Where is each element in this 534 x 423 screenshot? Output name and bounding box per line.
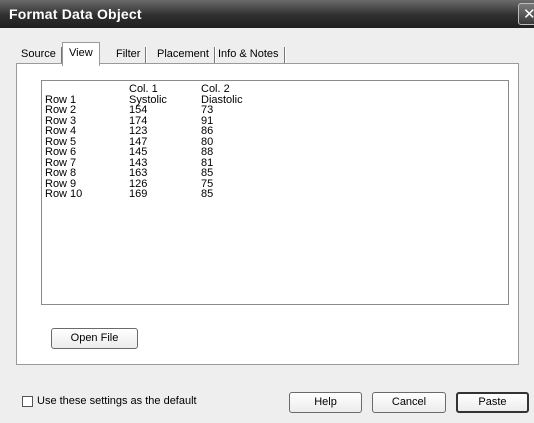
- help-button[interactable]: Help: [289, 392, 362, 413]
- tab-info-notes[interactable]: Info & Notes: [213, 45, 285, 64]
- tab-source[interactable]: Source: [16, 45, 62, 64]
- close-button[interactable]: ✕: [518, 3, 534, 25]
- row-label: Row 6: [45, 146, 77, 158]
- table-cell: 86: [201, 125, 214, 137]
- table-row: Row 8 163 85: [45, 168, 261, 179]
- table-header-row: Col. 1 Col. 2: [45, 84, 261, 95]
- tab-filter[interactable]: Filter: [111, 45, 147, 64]
- dialog-footer: Use these settings as the default Help C…: [0, 380, 534, 423]
- table-header-cell: Col. 1: [129, 83, 158, 95]
- tab-placement[interactable]: Placement: [152, 45, 215, 64]
- paste-button[interactable]: Paste: [456, 392, 529, 413]
- default-settings-label[interactable]: Use these settings as the default: [37, 395, 197, 407]
- open-file-button[interactable]: Open File: [51, 328, 138, 349]
- table-cell: 154: [129, 104, 148, 116]
- format-data-object-dialog: Format Data Object ✕ Source View Filter …: [0, 0, 534, 423]
- table-cell: 73: [201, 104, 214, 116]
- table-row: Row 2 154 73: [45, 105, 261, 116]
- table-row: Row 4 123 86: [45, 126, 261, 137]
- cancel-button[interactable]: Cancel: [372, 392, 446, 413]
- view-tab-panel: Col. 1 Col. 2 Row 1 Systolic Diastolic R…: [16, 63, 519, 365]
- data-table: Col. 1 Col. 2 Row 1 Systolic Diastolic R…: [45, 84, 261, 200]
- table-cell: 88: [201, 146, 214, 158]
- table-row: Row 1 Systolic Diastolic: [45, 94, 261, 106]
- table-cell: 145: [129, 146, 148, 158]
- row-label: Row 10: [45, 188, 83, 200]
- table-row: Row 6 145 88: [45, 147, 261, 158]
- table-cell: 85: [201, 167, 214, 179]
- row-label: Row 2: [45, 104, 77, 116]
- close-icon: ✕: [523, 6, 534, 23]
- table-cell: 163: [129, 167, 148, 179]
- table-cell: 169: [129, 188, 148, 200]
- window-title: Format Data Object: [9, 6, 142, 22]
- table-cell: 85: [201, 188, 214, 200]
- table-row: Row 3 174 91: [45, 115, 261, 127]
- row-label: Row 4: [45, 125, 77, 137]
- table-row: Row 10 169 85: [45, 189, 261, 200]
- data-view-box[interactable]: Col. 1 Col. 2 Row 1 Systolic Diastolic R…: [41, 80, 509, 305]
- table-header-cell: Col. 2: [201, 83, 230, 95]
- row-label: Row 8: [45, 167, 77, 179]
- table-row: Row 7 143 81: [45, 157, 261, 169]
- table-row: Row 5 147 80: [45, 136, 261, 148]
- table-header-cell: [45, 84, 129, 95]
- table-cell: 123: [129, 125, 148, 137]
- title-bar[interactable]: Format Data Object ✕: [0, 0, 534, 28]
- tab-view[interactable]: View: [62, 42, 100, 66]
- default-settings-checkbox[interactable]: [22, 396, 33, 407]
